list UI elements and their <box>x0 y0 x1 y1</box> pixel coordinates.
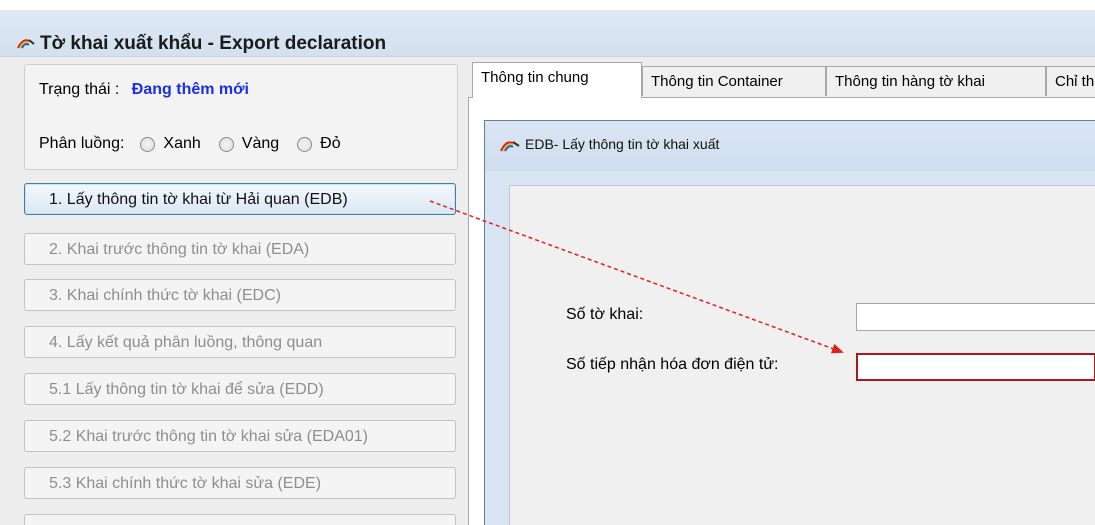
window-title: Tờ khai xuất khẩu - Export declaration <box>40 33 387 54</box>
edb-dialog: EDB- Lấy thông tin tờ khai xuất Số tờ kh… <box>484 120 1095 525</box>
step-edc-button[interactable]: 3. Khai chính thức tờ khai (EDC) <box>24 279 456 311</box>
dialog-titlebar: EDB- Lấy thông tin tờ khai xuất <box>485 121 1095 171</box>
tab-thong-tin-container[interactable]: Thông tin Container <box>642 66 826 96</box>
step-eda-button[interactable]: 2. Khai trước thông tin tờ khai (EDA) <box>24 233 456 265</box>
step-eda01-button[interactable]: 5.2 Khai trước thông tin tờ khai sửa (ED… <box>24 420 456 452</box>
step-next-button[interactable] <box>24 514 456 525</box>
radio-vang-label: Vàng <box>241 135 280 152</box>
radio-vang[interactable] <box>218 136 234 152</box>
dialog-title: EDB- Lấy thông tin tờ khai xuất <box>525 136 720 152</box>
so-to-khai-input[interactable] <box>856 303 1095 331</box>
radio-do[interactable] <box>297 136 313 152</box>
radio-do-label: Đỏ <box>320 135 341 152</box>
tab-strip: Thông tin chung Thông tin Container Thôn… <box>468 62 1095 98</box>
radio-xanh[interactable] <box>140 136 156 152</box>
window-titlebar: Tờ khai xuất khẩu - Export declaration <box>0 10 1095 57</box>
top-strip <box>0 0 1095 10</box>
so-to-khai-label: Số tờ khai: <box>566 306 644 323</box>
so-tiep-nhan-label: Số tiếp nhận hóa đơn điện tử: <box>566 356 779 373</box>
status-value: Đang thêm mới <box>131 81 249 98</box>
routing-label: Phân luồng: <box>39 135 125 152</box>
status-panel: Trạng thái : Đang thêm mới Phân luồng: X… <box>24 64 458 170</box>
step-edb-button[interactable]: 1. Lấy thông tin tờ khai từ Hải quan (ED… <box>24 183 456 215</box>
tab-thong-tin-chung[interactable]: Thông tin chung <box>472 62 642 98</box>
dialog-body: Số tờ khai: Số tiếp nhận hóa đơn điện tử… <box>509 185 1095 525</box>
so-tiep-nhan-input[interactable] <box>856 353 1095 381</box>
tab-chi-thi[interactable]: Chỉ th <box>1046 66 1095 96</box>
rainbow-app-icon <box>17 39 35 49</box>
step-ede-button[interactable]: 5.3 Khai chính thức tờ khai sửa (EDE) <box>24 467 456 499</box>
status-label: Trạng thái : <box>39 81 120 98</box>
step-result-button[interactable]: 4. Lấy kết quả phân luồng, thông quan <box>24 326 456 358</box>
step-edd-button[interactable]: 5.1 Lấy thông tin tờ khai để sửa (EDD) <box>24 373 456 405</box>
status-row: Trạng thái : Đang thêm mới <box>39 81 249 99</box>
tab-thong-tin-hang[interactable]: Thông tin hàng tờ khai <box>826 66 1046 96</box>
radio-xanh-label: Xanh <box>163 135 201 152</box>
routing-row: Phân luồng: Xanh Vàng Đỏ <box>39 135 343 153</box>
rainbow-dialog-icon <box>500 141 520 152</box>
export-declaration-window: Tờ khai xuất khẩu - Export declaration T… <box>0 0 1095 525</box>
